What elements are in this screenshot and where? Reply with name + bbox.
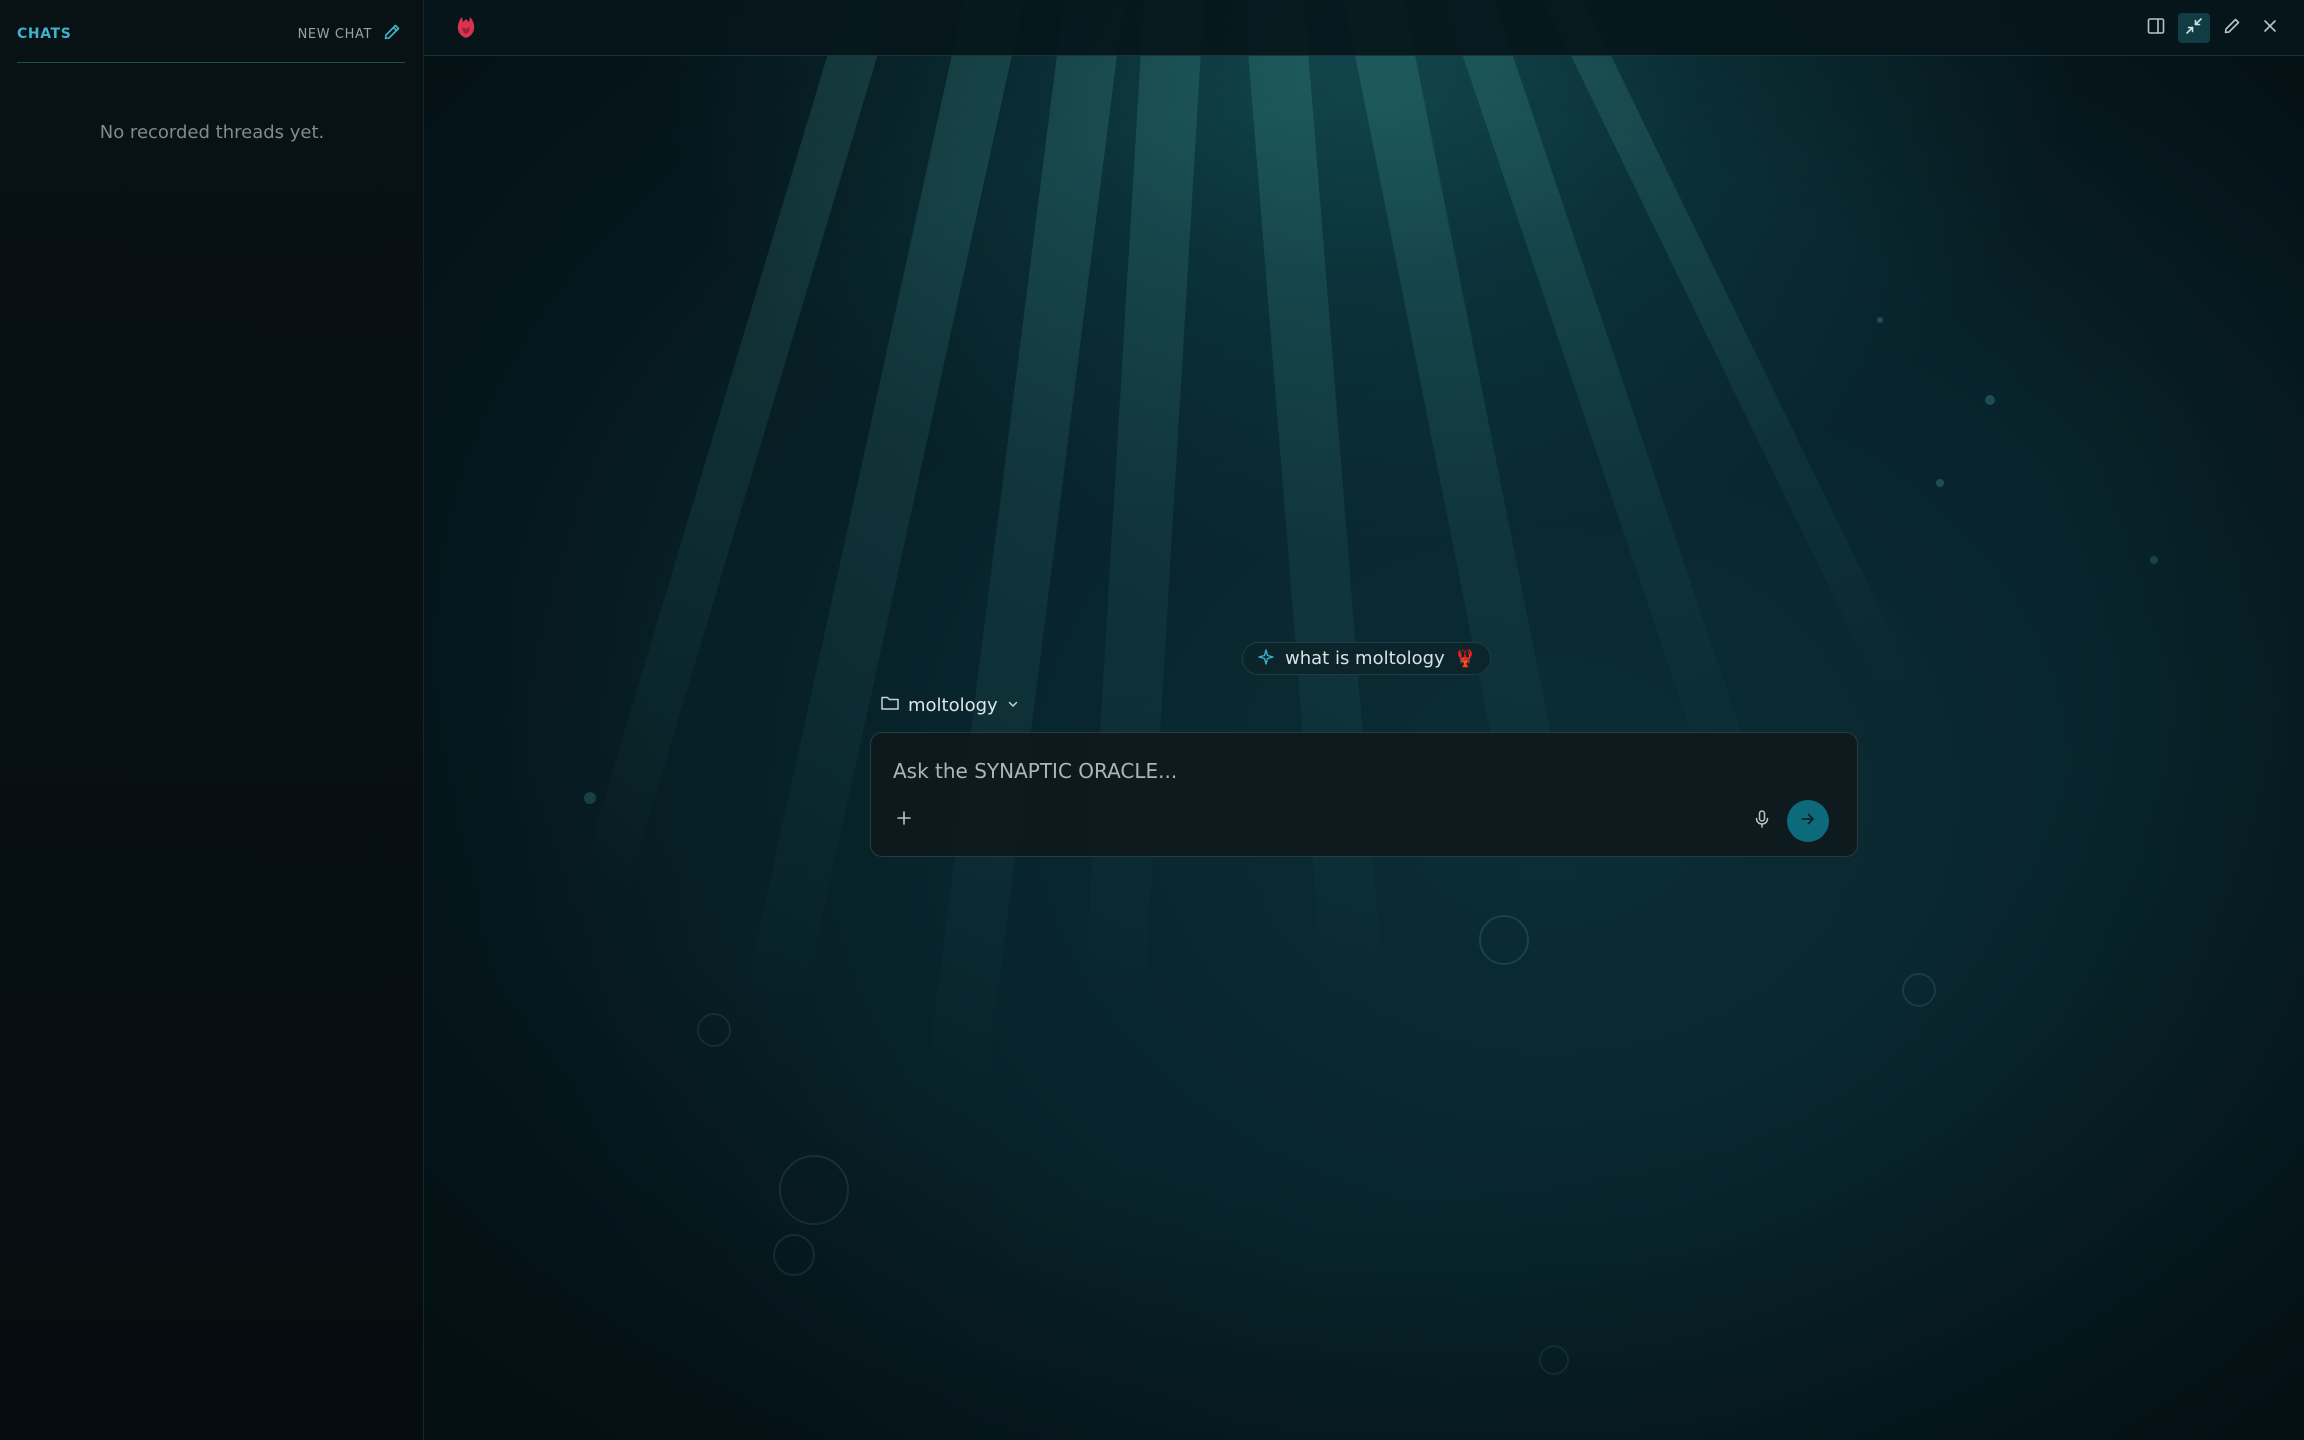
send-button[interactable] — [1787, 800, 1829, 842]
plus-icon — [895, 809, 913, 831]
pencil-icon — [2222, 16, 2242, 40]
suggestion-chip[interactable]: what is moltology 🦞 — [1242, 642, 1491, 675]
new-chat-label: NEW CHAT — [297, 26, 372, 42]
close-icon — [2260, 16, 2280, 40]
sidebar-panel-icon — [2146, 16, 2166, 40]
message-input[interactable] — [891, 751, 1831, 791]
lobster-emoji: 🦞 — [1454, 648, 1476, 669]
edit-button[interactable] — [2216, 13, 2248, 43]
crab-logo-icon — [454, 14, 478, 40]
empty-threads-message: No recorded threads yet. — [99, 122, 325, 143]
collapse-arrows-icon — [2184, 16, 2204, 40]
arrow-right-icon — [1799, 810, 1817, 832]
folder-selector[interactable]: moltology — [880, 692, 1020, 718]
main-area: what is moltology 🦞 moltology — [424, 0, 2304, 1440]
folder-icon — [880, 694, 900, 716]
pencil-icon — [382, 22, 402, 46]
collapse-button[interactable] — [2178, 13, 2210, 43]
chevron-down-icon — [1006, 696, 1020, 715]
folder-name: moltology — [908, 694, 998, 716]
message-composer — [870, 732, 1858, 857]
close-button[interactable] — [2254, 13, 2286, 43]
top-bar — [424, 0, 2304, 56]
microphone-button[interactable] — [1747, 806, 1777, 836]
toggle-sidebar-button[interactable] — [2140, 13, 2172, 43]
attach-button[interactable] — [889, 805, 919, 835]
chats-heading: CHATS — [17, 26, 72, 42]
new-chat-button[interactable]: NEW CHAT — [298, 22, 402, 46]
sparkle-icon — [1257, 648, 1275, 670]
microphone-icon — [1753, 809, 1771, 833]
sidebar-header: CHATS NEW CHAT — [17, 0, 405, 63]
sidebar: CHATS NEW CHAT No recorded threads yet. — [0, 0, 424, 1440]
underwater-light-rays — [424, 0, 2304, 1440]
app-window: CHATS NEW CHAT No recorded threads yet. — [0, 0, 2304, 1440]
suggestion-text: what is moltology — [1285, 648, 1445, 669]
